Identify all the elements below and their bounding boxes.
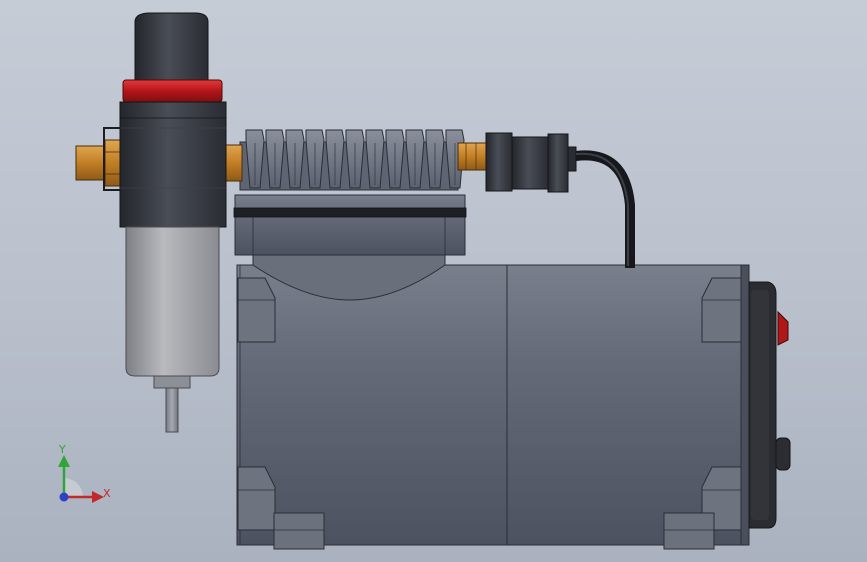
y-axis-label: Y bbox=[58, 443, 66, 456]
brass-outlet-fitting bbox=[457, 142, 487, 171]
pressure-gauge-ring bbox=[122, 79, 223, 103]
end-cap[interactable] bbox=[748, 281, 777, 529]
cad-viewport[interactable]: Y X bbox=[0, 0, 867, 562]
x-axis-label: X bbox=[103, 487, 111, 500]
housing-corner-boss bbox=[701, 277, 746, 343]
housing-corner-boss bbox=[237, 466, 276, 531]
air-filter-regulator[interactable] bbox=[119, 12, 227, 433]
power-cord-grommet bbox=[775, 437, 791, 471]
housing-corner-boss bbox=[237, 277, 276, 343]
motor-housing[interactable] bbox=[236, 264, 750, 546]
filter-bowl bbox=[125, 226, 220, 377]
z-axis-dot bbox=[59, 492, 69, 502]
mounting-foot bbox=[663, 512, 715, 550]
compressor-model[interactable]: Y X bbox=[0, 0, 867, 562]
mounting-foot bbox=[273, 512, 325, 550]
cylinder-head-cooling-fins bbox=[239, 129, 465, 191]
power-switch[interactable] bbox=[777, 310, 789, 346]
hose-connector bbox=[485, 132, 577, 193]
power-cord bbox=[575, 150, 635, 268]
brass-left-inlet bbox=[75, 127, 124, 191]
drain-valve-stem bbox=[165, 387, 179, 433]
coordinate-triad: Y X bbox=[58, 443, 111, 503]
